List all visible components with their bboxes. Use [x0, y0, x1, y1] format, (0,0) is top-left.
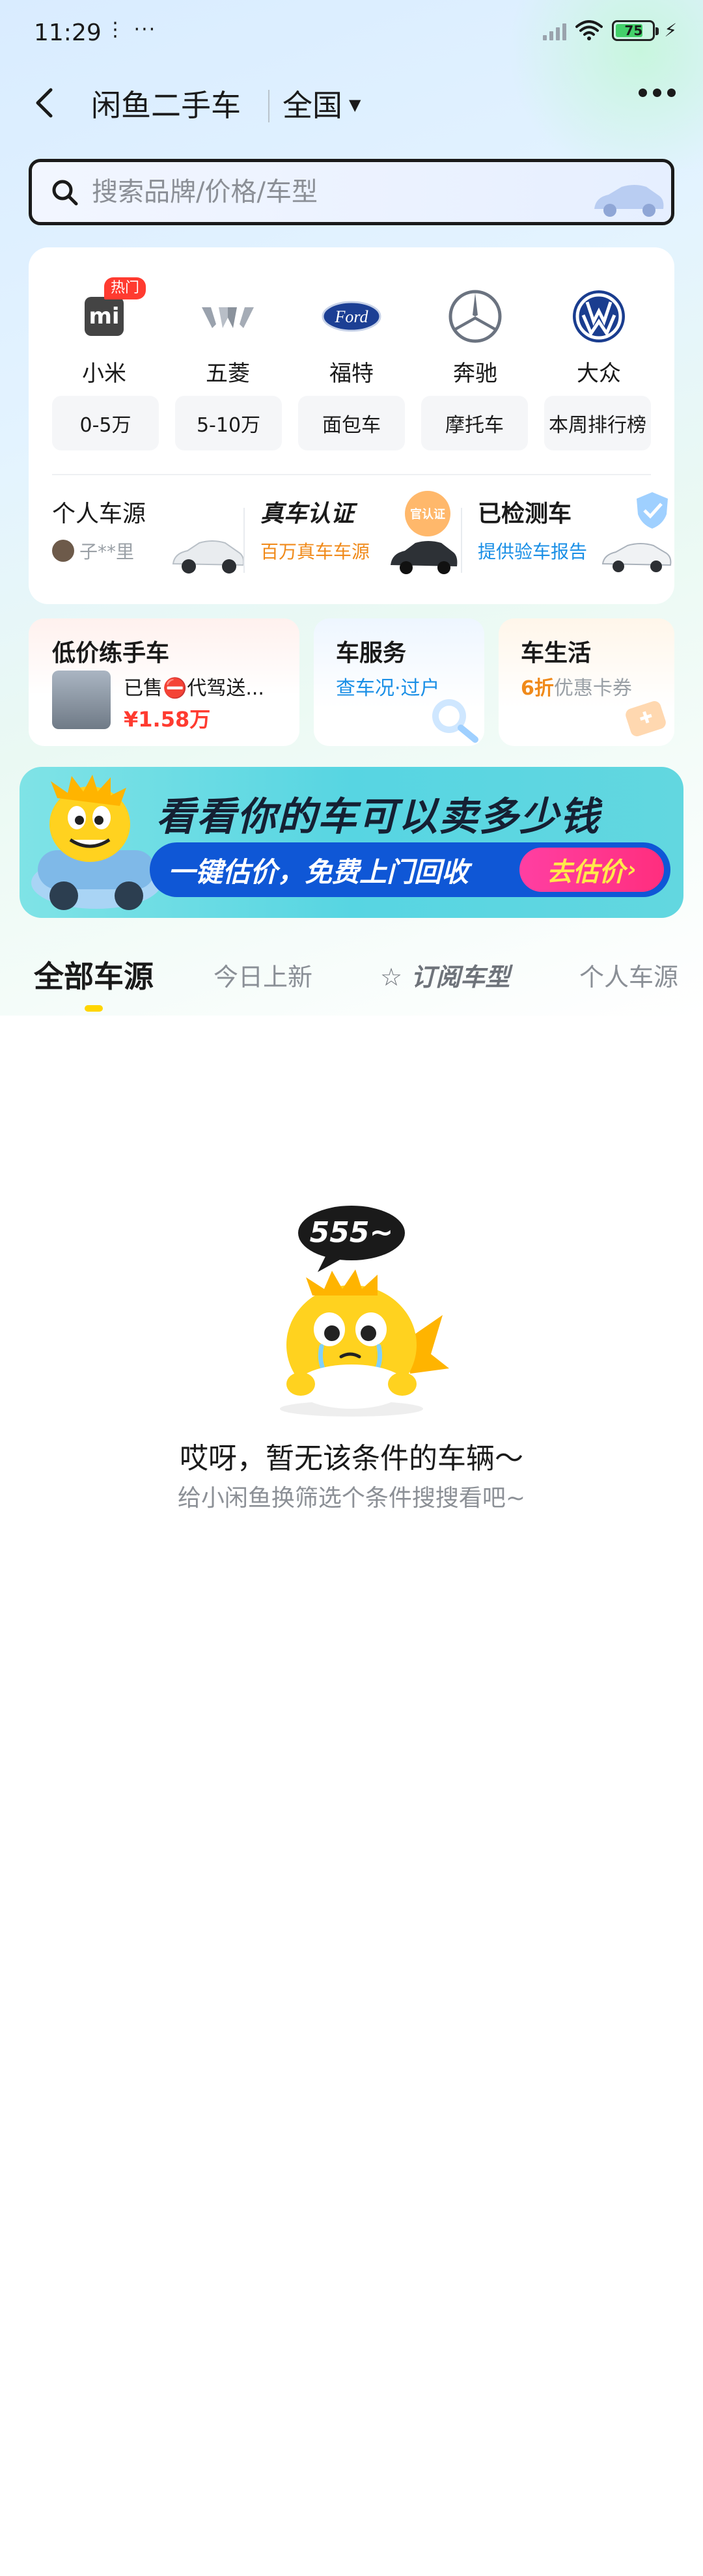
valuation-banner[interactable]: 看看你的车可以卖多少钱 一键估价，免费上门回收 去估价 › [20, 767, 683, 918]
volkswagen-logo-icon [573, 290, 625, 342]
search-input[interactable] [92, 173, 586, 212]
status-notification-dots: ⋮ ··· [105, 18, 157, 41]
feature-divider [243, 508, 245, 573]
listing-price: ¥1.58万 [124, 707, 211, 732]
car-thumbnail-icon [601, 543, 672, 572]
brand-item-ford[interactable]: Ford 福特 [299, 285, 404, 387]
service-title: 车生活 [521, 640, 592, 667]
more-options-icon[interactable] [639, 89, 676, 97]
brand-name: 大众 [577, 361, 621, 387]
chip-weekly-ranking[interactable]: 本周排行榜 [544, 396, 651, 450]
chip-5-10w[interactable]: 5-10万 [175, 396, 282, 450]
ford-logo-icon: Ford [322, 301, 381, 332]
caret-down-icon: ▼ [349, 96, 361, 114]
coupon-icon [626, 701, 666, 736]
service-card-car-life[interactable]: 车生活 6折优惠卡券 [499, 618, 674, 746]
header: 闲鱼二手车 全国 ▼ [0, 68, 703, 139]
estimate-button-label: 去估价 [546, 857, 625, 887]
banner-pill: 一键估价，免费上门回收 去估价 › [150, 842, 670, 897]
wifi-icon [575, 20, 603, 40]
brand-name: 小米 [82, 361, 126, 387]
status-bar: 11:29 ⋮ ··· 75 ⚡ [0, 0, 703, 68]
tab-label: 订阅车型 [411, 963, 510, 991]
brand-name: 五菱 [206, 361, 250, 387]
listing-tabs: 全部车源 今日上新 ☆ 订阅车型 个人车源 [0, 950, 703, 1016]
region-label: 全国 [283, 88, 342, 123]
brand-item-xiaomi[interactable]: mi 热门 小米 [52, 277, 156, 387]
chip-motorcycle[interactable]: 摩托车 [421, 396, 528, 450]
feature-divider [461, 508, 462, 573]
tab-subscribed-models[interactable]: ☆ 订阅车型 [380, 957, 510, 993]
brand-item-volkswagen[interactable]: 大众 [547, 285, 651, 387]
car-photo [52, 671, 111, 729]
brand-list: mi 热门 小米 五菱 Ford 福特 奔驰 大众 [52, 277, 651, 387]
bubble-text: 555~ [310, 1216, 394, 1249]
chip-van[interactable]: 面包车 [298, 396, 405, 450]
brand-item-mercedes[interactable]: 奔驰 [423, 285, 527, 387]
chip-0-5w[interactable]: 0-5万 [52, 396, 159, 450]
mascot-car-icon [31, 775, 161, 910]
charging-icon: ⚡ [664, 20, 677, 41]
battery-level: 75 [624, 22, 643, 38]
empty-title: 哎呀，暂无该条件的车辆～ [180, 1442, 523, 1475]
car-thumbnail-icon [172, 540, 245, 574]
ford-logo-text: Ford [334, 307, 368, 326]
feature-inspected[interactable]: 已检测车 提供验车报告 [478, 492, 673, 586]
service-title: 车服务 [336, 640, 407, 667]
car-decoration-icon [594, 185, 664, 217]
brand-card: mi 热门 小米 五菱 Ford 福特 奔驰 大众 0-5万 5-10万 面包车… [29, 247, 674, 604]
banner-pill-text: 一键估价，免费上门回收 [168, 856, 469, 888]
search-bar[interactable] [29, 159, 674, 225]
estimate-button[interactable]: 去估价 › [519, 848, 664, 892]
brand-name: 福特 [329, 361, 374, 387]
magnifier-car-icon [432, 699, 478, 743]
banner-headline: 看看你的车可以卖多少钱 [156, 794, 600, 840]
hot-badge: 热门 [104, 277, 146, 299]
seller-name: 子**里 [79, 541, 135, 562]
service-title: 低价练手车 [52, 640, 170, 667]
service-subtitle: 6折优惠卡券 [521, 672, 632, 700]
service-subtitle: 查车况·过户 [336, 677, 440, 700]
pin-icon: ☆ [380, 963, 403, 991]
listing-desc: 已售⛔代驾送... [124, 677, 264, 700]
avatar [52, 540, 74, 562]
mercedes-logo-icon [448, 290, 502, 343]
wuling-logo-icon [202, 307, 254, 328]
status-indicators: 75 ⚡ [543, 20, 677, 41]
tab-personal-listings[interactable]: 个人车源 [579, 957, 678, 993]
discount-label: 优惠卡券 [553, 677, 632, 700]
card-divider [52, 474, 651, 475]
feature-personal[interactable]: 个人车源 子**里 [52, 495, 245, 586]
feature-verified[interactable]: 真车认证 百万真车车源 官认证 [260, 491, 458, 586]
tab-all-listings[interactable]: 全部车源 [34, 953, 154, 996]
feature-row: 个人车源 子**里 真车认证 百万真车车源 官认证 已检测车 提供验车报告 [29, 491, 674, 586]
region-selector[interactable]: 全国 ▼ [283, 82, 361, 125]
price-filter-chips: 0-5万 5-10万 面包车 摩托车 本周排行榜 [52, 396, 651, 450]
search-icon [52, 180, 78, 206]
feature-title: 个人车源 [52, 501, 146, 527]
car-thumbnail-icon [391, 541, 458, 574]
chevron-right-icon: › [627, 857, 637, 883]
active-tab-indicator [85, 1005, 103, 1012]
brand-name: 奔驰 [453, 361, 497, 387]
header-divider [268, 90, 269, 122]
brand-item-wuling[interactable]: 五菱 [176, 285, 280, 387]
service-card-cheap-cars[interactable]: 低价练手车 已售⛔代驾送... ¥1.58万 [29, 618, 299, 746]
service-card-car-service[interactable]: 车服务 查车况·过户 [314, 618, 484, 746]
shield-check-icon [637, 492, 668, 529]
page-title: 闲鱼二手车 [91, 88, 241, 123]
back-icon[interactable] [26, 83, 65, 122]
empty-subtitle: 给小闲鱼换筛选个条件搜搜看吧~ [177, 1485, 526, 1512]
signal-icon [543, 21, 567, 40]
crying-fish-mascot-icon: 555~ [280, 1206, 449, 1417]
tab-new-today[interactable]: 今日上新 [214, 957, 312, 993]
discount-value: 6折 [521, 677, 554, 700]
status-time: 11:29 [34, 20, 102, 46]
battery-icon: 75 [612, 20, 659, 41]
certified-badge: 官认证 [405, 491, 450, 536]
